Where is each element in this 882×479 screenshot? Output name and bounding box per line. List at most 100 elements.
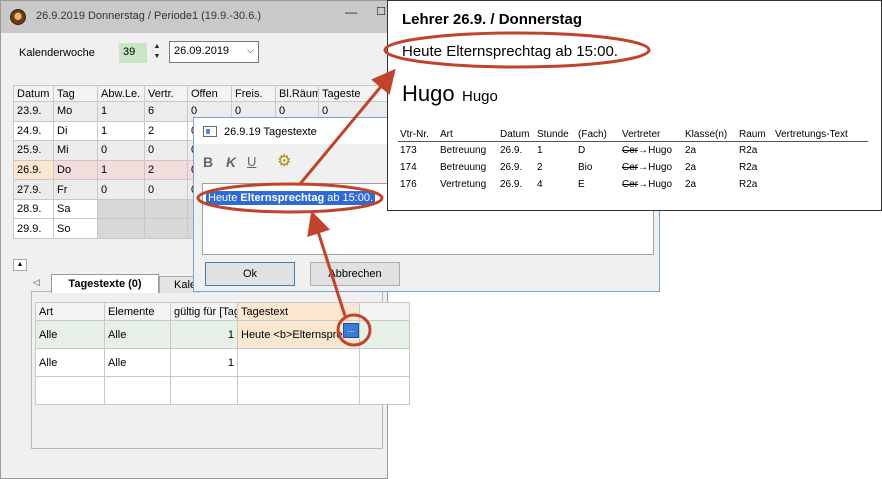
italic-button[interactable]: K [226, 154, 236, 170]
table-header-row: Vtr-Nr. Art Datum Stunde (Fach) Vertrete… [398, 128, 868, 142]
replaced-teacher: Cer [622, 162, 639, 173]
text-before: Heute [208, 192, 241, 204]
table-cell: 6 [144, 101, 188, 122]
table-cell: 26.9. [13, 159, 54, 181]
table-cell [144, 198, 188, 220]
table-cell: 174 [400, 162, 417, 173]
collapse-panel-button[interactable]: ▲ [13, 259, 27, 271]
week-spinner[interactable]: ▲ ▼ [150, 42, 164, 64]
column-header: (Fach) [576, 128, 620, 142]
table-cell: Di [53, 120, 98, 142]
substitute-teacher: →Hugo [638, 162, 673, 173]
tab-tagestexte[interactable]: Tagestexte (0) [51, 274, 159, 293]
column-header[interactable]: Vertr. [144, 85, 188, 102]
spinner-down-icon[interactable]: ▼ [150, 52, 164, 62]
table-cell-vertreter: Cer→Hugo [620, 142, 683, 160]
table-cell[interactable] [237, 348, 360, 377]
cancel-button[interactable]: Abbrechen [310, 262, 400, 286]
report-day-note: Heute Elternsprechtag ab 15:00. [402, 43, 618, 60]
title-bar: 26.9.2019 Donnerstag / Periode1 (19.9.-3… [1, 1, 387, 33]
table-cell: Betreuung [440, 162, 487, 173]
column-header: Klasse(n) [683, 128, 737, 142]
table-cell: 26.9. [500, 145, 523, 156]
table-cell: 4 [537, 179, 543, 190]
table-cell: Vertretung [440, 179, 487, 190]
table-cell-blank [359, 320, 410, 349]
table-cell: So [53, 218, 98, 239]
replaced-teacher: Cer [622, 179, 639, 190]
table-cell: 26.9. [500, 162, 523, 173]
text-after: ab 15:00. [324, 192, 374, 204]
table-cell: Alle [35, 320, 105, 349]
table-cell: 2a [685, 179, 697, 190]
table-cell: 2 [144, 159, 188, 181]
substitute-teacher: →Hugo [638, 179, 673, 190]
table-cell: 2 [537, 162, 543, 173]
table-cell-vertreter: Cer→Hugo [620, 159, 683, 176]
table-cell: R2a [739, 179, 758, 190]
table-cell: 1 [537, 145, 543, 156]
minimize-button[interactable]: — [343, 5, 359, 21]
column-header[interactable]: Tagestext [237, 302, 360, 321]
table-cell: Alle [104, 320, 171, 349]
kalenderwoche-input[interactable]: 39 [119, 43, 147, 63]
maximize-button[interactable]: ☐ [373, 5, 387, 21]
gear-icon[interactable]: ⚙ [277, 151, 291, 171]
table-cell: 24.9. [13, 120, 54, 142]
report-heading: Lehrer 26.9. / Donnerstag [402, 11, 583, 28]
table-cell: Alle [35, 348, 105, 377]
table-cell: E [578, 179, 585, 190]
ok-button[interactable]: Ok [205, 262, 295, 286]
underline-button[interactable]: U [247, 154, 256, 169]
column-header[interactable]: Tag [53, 85, 98, 102]
table-cell: 2 [144, 120, 188, 142]
edit-text-ellipsis-button[interactable]: ... [343, 323, 359, 338]
table-row: 173 Betreuung 26.9. 1 D Cer→Hugo 2a R2a [398, 142, 868, 160]
app-logo-icon [10, 9, 26, 25]
column-header: Vtr-Nr. [398, 128, 438, 142]
table-cell: 0 [144, 179, 188, 200]
column-header[interactable]: Offen [187, 85, 232, 102]
table-cell: 0 [97, 140, 145, 161]
column-header: Stunde [535, 128, 576, 142]
table-cell [773, 142, 868, 160]
table-cell: 26.9. [500, 179, 523, 190]
column-header[interactable]: Freis. [231, 85, 276, 102]
table-cell: 23.9. [13, 101, 54, 122]
column-header[interactable]: Abw.Le. [97, 85, 145, 102]
table-cell: 176 [400, 179, 417, 190]
table-cell: Mo [53, 101, 98, 122]
window-icon [203, 126, 217, 137]
column-header[interactable]: Bl.Räum [275, 85, 319, 102]
column-header[interactable]: Elemente [104, 302, 171, 321]
spinner-up-icon[interactable]: ▲ [150, 42, 164, 52]
column-header[interactable]: Art [35, 302, 105, 321]
date-picker[interactable]: 26.09.2019 ⌵ [169, 41, 259, 63]
table-cell: Mi [53, 140, 98, 161]
teacher-name: Hugo [402, 81, 455, 106]
column-header[interactable]: gültig für [Tag [170, 302, 238, 321]
column-header[interactable]: Tageste [318, 85, 387, 102]
table-cell: Bio [578, 162, 593, 173]
replaced-teacher: Cer [622, 145, 639, 156]
table-cell: 2a [685, 145, 697, 156]
column-header[interactable]: Datum [13, 85, 54, 102]
table-row[interactable]: Alle Alle 1 [35, 348, 410, 377]
table-cell-blank [359, 348, 410, 377]
table-cell: 0 [97, 179, 145, 200]
table-cell: 2a [685, 162, 697, 173]
chevron-down-icon[interactable]: ⌵ [247, 45, 254, 56]
table-cell: R2a [739, 162, 758, 173]
table-header-row: Datum Tag Abw.Le. Vertr. Offen Freis. Bl… [13, 85, 387, 102]
table-cell[interactable]: Heute <b>Elternsprec [237, 320, 360, 349]
table-cell: D [578, 145, 586, 156]
table-cell: 27.9. [13, 179, 54, 200]
column-header: Raum [737, 128, 773, 142]
table-cell [773, 159, 868, 176]
tab-scroll-left-icon[interactable]: ◁ [33, 277, 40, 288]
table-row-empty [35, 376, 410, 405]
table-cell: 25.9. [13, 140, 54, 161]
bold-button[interactable]: B [203, 154, 213, 170]
column-header: Datum [498, 128, 535, 142]
table-cell: Fr [53, 179, 98, 200]
